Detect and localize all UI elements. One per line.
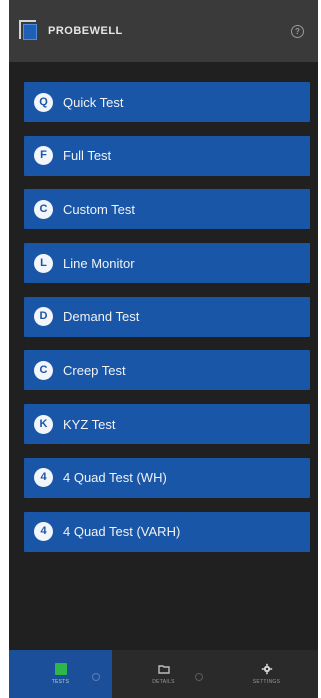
question-circle-icon[interactable]: ?	[291, 25, 304, 38]
menu-item-kyz-test[interactable]: K KYZ Test	[24, 404, 310, 445]
letter-badge-icon: Q	[34, 92, 53, 112]
test-menu: Q Quick Test F Full Test C Custom Test L…	[24, 82, 310, 565]
menu-item-label: Full Test	[63, 148, 112, 164]
letter-badge-icon: L	[34, 253, 53, 273]
tab-details[interactable]: DETAILS	[112, 650, 215, 698]
letter-badge-icon: D	[34, 307, 53, 327]
menu-item-label: Creep Test	[63, 362, 126, 378]
bottom-navigation: TESTS DETAILS SETTINGS	[9, 650, 318, 698]
menu-item-quick-test[interactable]: Q Quick Test	[24, 82, 310, 122]
tab-label: DETAILS	[152, 679, 175, 685]
menu-item-full-test[interactable]: F Full Test	[24, 135, 310, 176]
menu-item-custom-test[interactable]: C Custom Test	[24, 189, 310, 230]
menu-item-label: Demand Test	[63, 309, 140, 325]
brand-logo: PROBEWELL	[19, 20, 123, 42]
tab-settings[interactable]: SETTINGS	[215, 650, 318, 698]
menu-item-demand-test[interactable]: D Demand Test	[24, 296, 310, 337]
menu-item-line-monitor[interactable]: L Line Monitor	[24, 243, 310, 284]
logo-icon	[19, 20, 41, 42]
menu-item-label: KYZ Test	[63, 416, 116, 432]
menu-item-4-quad-test-wh[interactable]: 4 4 Quad Test (WH)	[24, 457, 310, 498]
tab-label: SETTINGS	[252, 679, 281, 685]
indicator-dot-icon	[195, 673, 203, 681]
letter-badge-icon: C	[34, 199, 53, 219]
app-screen: PROBEWELL ? Q Quick Test F Full Test C C…	[9, 0, 318, 698]
tests-icon	[54, 663, 67, 675]
menu-item-4-quad-test-varh[interactable]: 4 4 Quad Test (VARH)	[24, 511, 310, 552]
menu-item-creep-test[interactable]: C Creep Test	[24, 350, 310, 391]
letter-badge-icon: K	[34, 414, 53, 434]
menu-item-label: 4 Quad Test (WH)	[63, 470, 167, 486]
tab-label: TESTS	[51, 679, 70, 685]
menu-item-label: Custom Test	[63, 201, 136, 217]
folder-icon	[157, 665, 170, 674]
indicator-dot-icon	[92, 673, 100, 681]
menu-item-label: 4 Quad Test (VARH)	[63, 524, 181, 539]
tab-tests[interactable]: TESTS	[9, 650, 112, 698]
letter-badge-icon: F	[34, 146, 53, 166]
app-header: PROBEWELL ?	[9, 0, 318, 62]
number-badge-icon: 4	[34, 522, 53, 541]
letter-badge-icon: C	[34, 360, 53, 380]
number-badge-icon: 4	[34, 468, 53, 488]
brand-name: PROBEWELL	[48, 25, 123, 37]
menu-item-label: Line Monitor	[63, 255, 135, 271]
menu-item-label: Quick Test	[63, 94, 124, 110]
gear-icon	[261, 663, 272, 675]
